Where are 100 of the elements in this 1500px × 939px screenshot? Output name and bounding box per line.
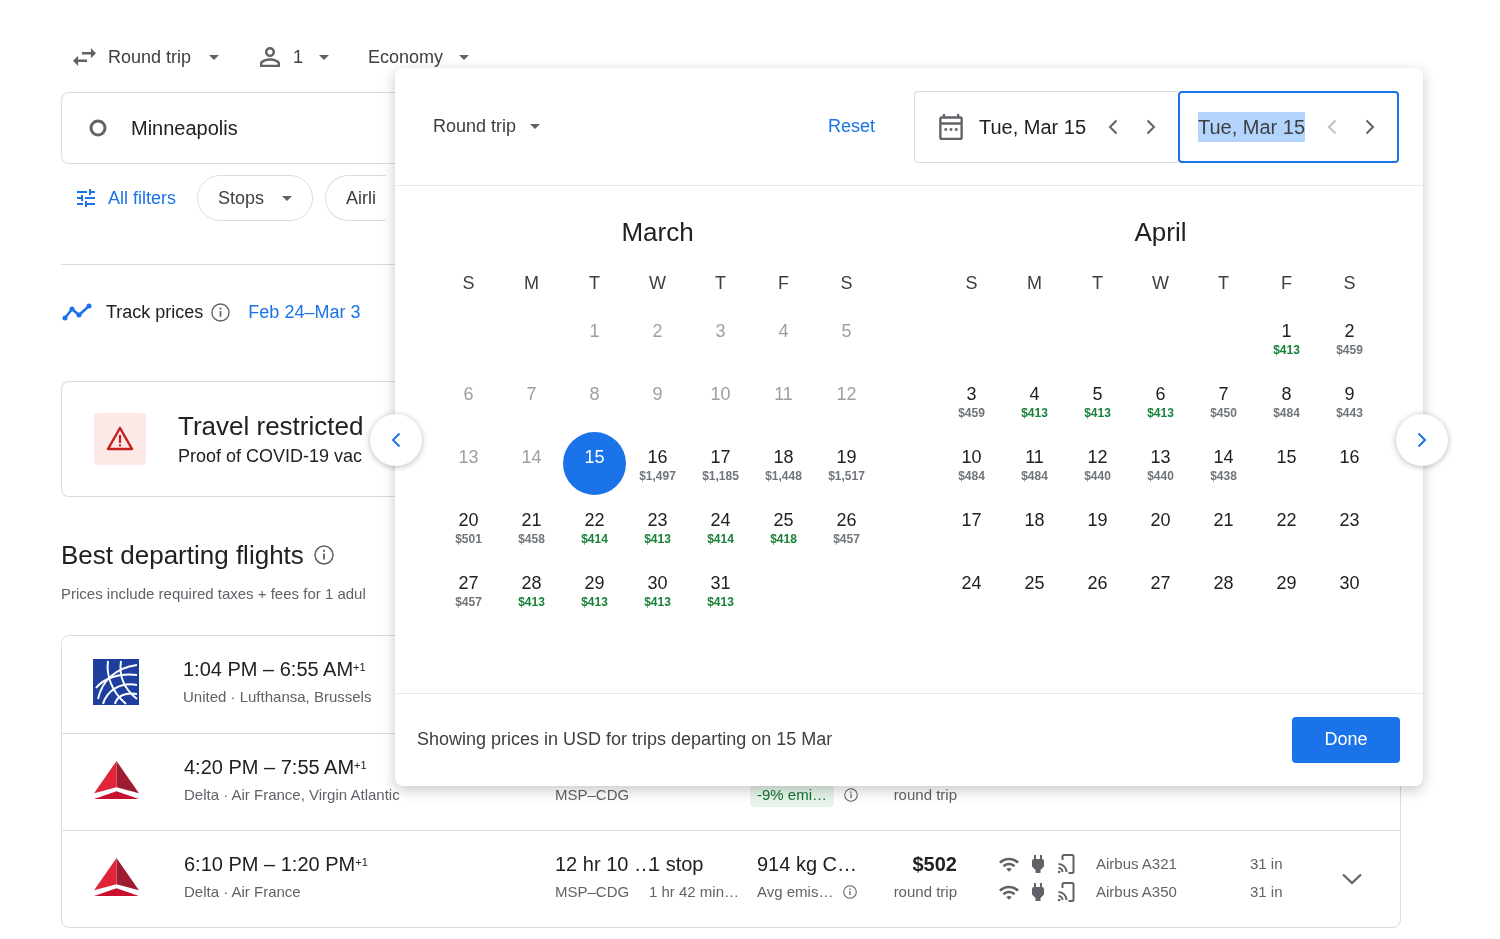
day-price: $484 (958, 468, 985, 484)
calendar-day[interactable]: 19 (1066, 495, 1129, 558)
calendar-day[interactable]: 30 (1318, 558, 1381, 621)
calendar-day[interactable]: 24 $414 (689, 495, 752, 558)
day-price: $413 (518, 594, 545, 610)
aircraft-model: Airbus A321 (1096, 853, 1177, 874)
calendar-day[interactable]: 17 $1,185 (689, 432, 752, 495)
calendar-day[interactable]: 28 $413 (500, 558, 563, 621)
calendar-day[interactable]: 13 $440 (1129, 432, 1192, 495)
weekday-label: T (1092, 271, 1103, 295)
passengers-dropdown[interactable]: 1 (256, 40, 334, 74)
calendar-day[interactable]: 2 $459 (1318, 306, 1381, 369)
calendar-day[interactable]: 25 $418 (752, 495, 815, 558)
done-button[interactable]: Done (1292, 716, 1400, 763)
calendar-day[interactable]: 15 (563, 432, 626, 495)
all-filters-button[interactable]: All filters (61, 175, 178, 221)
calendar-day[interactable]: 10 $484 (940, 432, 1003, 495)
day-price: $413 (1147, 405, 1174, 421)
calendar-icon (939, 113, 963, 140)
emissions-value: 914 kg C… (757, 852, 858, 877)
calendar-day[interactable]: 5 $413 (1066, 369, 1129, 432)
calendar-day[interactable]: 23 $413 (626, 495, 689, 558)
calendar-day[interactable]: 25 (1003, 558, 1066, 621)
calendar-day[interactable]: 24 (940, 558, 1003, 621)
price-note: round trip (893, 881, 957, 902)
calendar-day[interactable]: 3 $459 (940, 369, 1003, 432)
person-icon (260, 47, 281, 67)
cabin-class-dropdown[interactable]: Economy (364, 40, 474, 74)
calendar-day[interactable]: 15 (1255, 432, 1318, 495)
return-date-text: Tue, Mar 15 (1198, 111, 1306, 142)
calendar-day[interactable]: 20 $501 (437, 495, 500, 558)
calendar-day[interactable]: 1 $413 (1255, 306, 1318, 369)
section-subtitle: Prices include required taxes + fees for 1 adul (61, 585, 366, 603)
device-stream-icon (1057, 882, 1075, 902)
route-codes: MSP–CDG (555, 784, 630, 805)
calendar-day[interactable]: 28 (1192, 558, 1255, 621)
day-price: $501 (455, 531, 482, 547)
month-title: March (621, 215, 694, 249)
calendar-day[interactable]: 21 (1192, 495, 1255, 558)
day-price: $438 (1210, 468, 1237, 484)
info-icon[interactable] (211, 302, 231, 322)
chevron-right-icon[interactable] (1365, 118, 1376, 135)
calendar-day[interactable]: 12 $440 (1066, 432, 1129, 495)
device-stream-icon (1057, 854, 1075, 874)
calendar-day[interactable]: 11 $484 (1003, 432, 1066, 495)
caret-down-icon (209, 54, 220, 60)
info-icon[interactable] (313, 545, 334, 565)
reset-button[interactable]: Reset (827, 113, 875, 140)
calendar-day[interactable]: 6 $413 (1129, 369, 1192, 432)
trip-type-dropdown[interactable]: Round trip (61, 40, 224, 74)
info-icon[interactable] (843, 885, 858, 899)
calendar-day[interactable]: 4 $413 (1003, 369, 1066, 432)
calendar-day[interactable]: 7 $450 (1192, 369, 1255, 432)
price: $502 (912, 852, 957, 877)
chevron-left-icon[interactable] (391, 432, 401, 448)
calendar-day[interactable]: 8 $484 (1255, 369, 1318, 432)
calendar-day[interactable]: 9 $443 (1318, 369, 1381, 432)
origin-field[interactable]: Minneapolis (89, 113, 238, 143)
calendar-day[interactable]: 29 (1255, 558, 1318, 621)
chevron-right-icon[interactable] (1146, 118, 1157, 135)
calendar-day[interactable]: 21 $458 (500, 495, 563, 558)
caret-down-icon (282, 195, 293, 201)
section-heading: Best departing flights (61, 538, 304, 572)
departure-date-field[interactable]: Tue, Mar 15 (914, 90, 1178, 163)
day-price: $418 (770, 531, 797, 547)
ring-icon (89, 119, 107, 137)
emissions-note: Avg emis… (757, 881, 834, 902)
day-price: $414 (707, 531, 734, 547)
chevron-right-icon[interactable] (1417, 432, 1427, 448)
return-date-field[interactable]: Tue, Mar 15 (1178, 90, 1399, 163)
trip-type-dropdown[interactable]: Round trip (433, 113, 541, 140)
calendar-day[interactable]: 20 (1129, 495, 1192, 558)
calendar-day[interactable]: 27 (1129, 558, 1192, 621)
calendar-day[interactable]: 22 $414 (563, 495, 626, 558)
calendar-day[interactable]: 30 $413 (626, 558, 689, 621)
weekday-label: W (1152, 271, 1169, 295)
day-price: $458 (518, 531, 545, 547)
info-icon[interactable] (844, 788, 858, 802)
calendar-day[interactable]: 27 $457 (437, 558, 500, 621)
calendar-day[interactable]: 31 $413 (689, 558, 752, 621)
day-price: $413 (581, 594, 608, 610)
calendar-day[interactable]: 18 $1,448 (752, 432, 815, 495)
chevron-down-icon[interactable] (1341, 873, 1363, 885)
day-price: $484 (1021, 468, 1048, 484)
calendar-day[interactable]: 22 (1255, 495, 1318, 558)
weekday-label: S (462, 271, 475, 295)
chevron-left-icon[interactable] (1108, 118, 1119, 135)
calendar-day[interactable]: 14 $438 (1192, 432, 1255, 495)
calendar-day[interactable]: 19 $1,517 (815, 432, 878, 495)
track-prices-label: Track prices (106, 300, 204, 324)
weekday-label: S (965, 271, 978, 295)
calendar-day[interactable]: 17 (940, 495, 1003, 558)
calendar-day[interactable]: 29 $413 (563, 558, 626, 621)
date-range-link[interactable]: Feb 24–Mar 3 (248, 298, 361, 326)
calendar-day[interactable]: 18 (1003, 495, 1066, 558)
calendar-day[interactable]: 16 $1,497 (626, 432, 689, 495)
calendar-day[interactable]: 26 $457 (815, 495, 878, 558)
calendar-day[interactable]: 16 (1318, 432, 1381, 495)
calendar-day[interactable]: 26 (1066, 558, 1129, 621)
calendar-day[interactable]: 23 (1318, 495, 1381, 558)
